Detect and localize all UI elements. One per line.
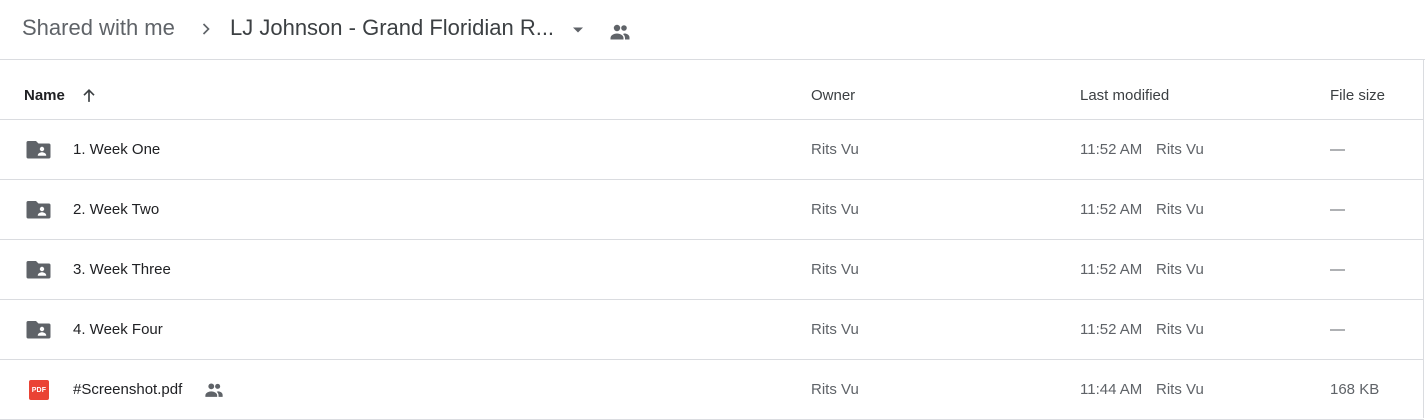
file-owner: Rits Vu (811, 141, 859, 158)
modified-time: 11:52 AM (1080, 261, 1143, 278)
arrow-up-icon[interactable] (79, 86, 99, 106)
file-name: 4. Week Four (73, 321, 163, 338)
table-row[interactable]: PDF #Screenshot.pdf Rits Vu 11:44 AM Rit… (0, 360, 1424, 420)
table-row[interactable]: 2. Week Two Rits Vu 11:52 AM Rits Vu — (0, 180, 1424, 240)
caret-down-icon[interactable] (568, 20, 588, 40)
column-header-file-size[interactable]: File size (1330, 87, 1385, 104)
modified-time: 11:52 AM (1080, 201, 1143, 218)
modified-time: 11:44 AM (1080, 381, 1143, 398)
modified-by: Rits Vu (1156, 261, 1204, 278)
breadcrumb-shared-with-me[interactable]: Shared with me (22, 15, 175, 41)
modified-by: Rits Vu (1156, 201, 1204, 218)
file-name: #Screenshot.pdf (73, 381, 183, 398)
file-size: — (1330, 141, 1345, 158)
people-icon (205, 383, 223, 397)
modified-time: 11:52 AM (1080, 141, 1143, 158)
file-name: 1. Week One (73, 141, 161, 158)
modified-by: Rits Vu (1156, 321, 1204, 338)
column-header-row: Name Owner Last modified File size (0, 60, 1424, 120)
modified-by: Rits Vu (1156, 381, 1204, 398)
pdf-file-icon: PDF (29, 380, 49, 400)
shared-folder-icon (26, 201, 51, 219)
file-size: 168 KB (1330, 381, 1380, 398)
file-owner: Rits Vu (811, 201, 859, 218)
chevron-right-icon (202, 23, 210, 35)
shared-folder-icon (26, 261, 51, 279)
file-owner: Rits Vu (811, 321, 859, 338)
file-owner: Rits Vu (811, 381, 859, 398)
shared-folder-icon (26, 141, 51, 159)
modified-time: 11:52 AM (1080, 321, 1143, 338)
file-size: — (1330, 201, 1345, 218)
table-row[interactable]: 3. Week Three Rits Vu 11:52 AM Rits Vu — (0, 240, 1424, 300)
breadcrumb-current-folder[interactable]: LJ Johnson - Grand Floridian R... (230, 15, 554, 41)
column-header-name[interactable]: Name (24, 87, 65, 104)
file-name: 3. Week Three (73, 261, 171, 278)
file-name: 2. Week Two (73, 201, 160, 218)
shared-folder-icon (26, 321, 51, 339)
file-owner: Rits Vu (811, 261, 859, 278)
table-row[interactable]: 4. Week Four Rits Vu 11:52 AM Rits Vu — (0, 300, 1424, 360)
file-size: — (1330, 261, 1345, 278)
breadcrumb: Shared with me LJ Johnson - Grand Florid… (0, 0, 1425, 58)
file-size: — (1330, 321, 1345, 338)
column-header-owner[interactable]: Owner (811, 87, 855, 104)
table-row[interactable]: 1. Week One Rits Vu 11:52 AM Rits Vu — (0, 120, 1424, 180)
column-header-last-modified[interactable]: Last modified (1080, 87, 1169, 104)
modified-by: Rits Vu (1156, 141, 1204, 158)
people-icon (610, 24, 630, 40)
